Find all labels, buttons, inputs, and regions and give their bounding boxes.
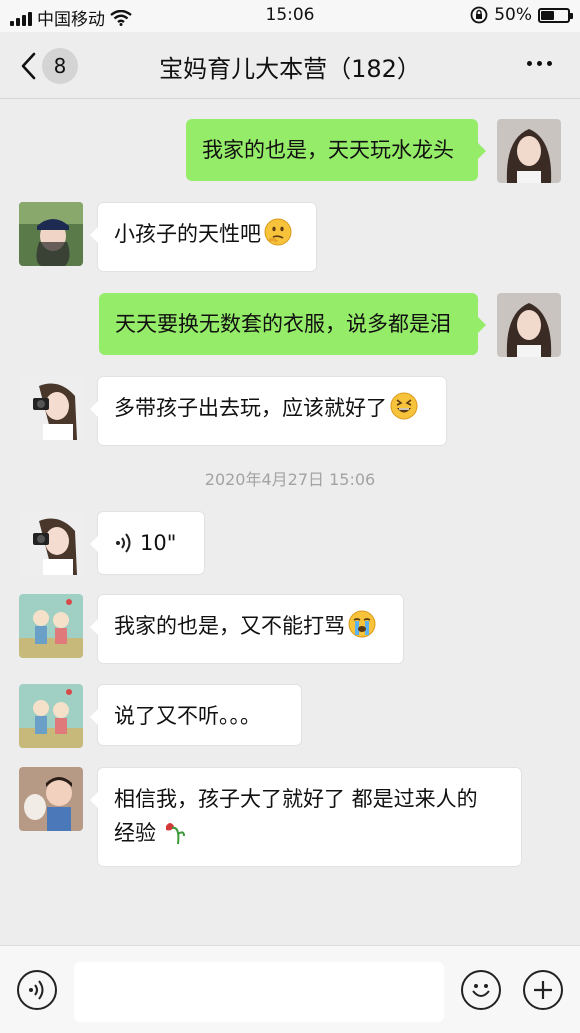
grinning-squint-emoji: [390, 392, 418, 420]
avatar-girl-camera[interactable]: [19, 511, 83, 575]
battery-percent: 50%: [494, 5, 532, 25]
voice-message-bubble[interactable]: 10": [90, 511, 205, 575]
message-text-line-1: 相信我，孩子大了就好了 都是过来人的: [114, 787, 478, 811]
crying-face-emoji: [348, 610, 376, 638]
avatar-girl-camera[interactable]: [19, 376, 83, 440]
voice-icon[interactable]: [17, 970, 57, 1010]
avatar-cartoon-couple[interactable]: [19, 684, 83, 748]
more-options-icon[interactable]: [527, 61, 552, 66]
wilted-flower-emoji: [166, 823, 185, 845]
message-text: 多带孩子出去玩，应该就好了: [114, 396, 387, 420]
voice-wave-icon: [116, 533, 131, 553]
rotation-lock-icon: [470, 6, 488, 24]
message-text-line-2: 经验: [114, 821, 156, 845]
battery-icon: [538, 7, 573, 23]
thinking-face-emoji: [264, 218, 292, 246]
chat-title: 宝妈育儿大本营（182）: [159, 55, 421, 83]
message-bubble-other[interactable]: 多带孩子出去玩，应该就好了: [90, 376, 447, 446]
message-text: 小孩子的天性吧: [114, 222, 261, 246]
avatar-girl-long-hair[interactable]: [497, 293, 561, 357]
message-bubble-other[interactable]: 我家的也是，又不能打骂: [90, 594, 404, 664]
message-text: 天天要换无数套的衣服，说多都是泪: [115, 312, 451, 336]
input-bar: [0, 945, 580, 1033]
message-bubble-self[interactable]: 我家的也是，天天玩水龙头: [186, 119, 486, 181]
avatar-child-dog[interactable]: [19, 767, 83, 831]
message-text: 说了又不听。。。: [114, 704, 261, 728]
emoji-icon[interactable]: [461, 970, 501, 1010]
message-bubble-other[interactable]: 相信我，孩子大了就好了 都是过来人的 经验: [90, 767, 522, 867]
avatar-cartoon-couple[interactable]: [19, 594, 83, 658]
avatar-girl-cap[interactable]: [19, 202, 83, 266]
chat-header: 8 宝妈育儿大本营（182）: [0, 32, 580, 99]
status-right: 50%: [470, 5, 573, 25]
message-bubble-other[interactable]: 说了又不听。。。: [90, 684, 302, 746]
message-input[interactable]: [74, 962, 444, 1022]
plus-icon[interactable]: [523, 970, 563, 1010]
message-bubble-other[interactable]: 小孩子的天性吧: [90, 202, 317, 272]
message-text: 我家的也是，又不能打骂: [114, 614, 345, 638]
status-bar: 中国移动 15:06 50%: [0, 0, 580, 32]
avatar-girl-long-hair[interactable]: [497, 119, 561, 183]
chat-timestamp: 2020年4月27日 15:06: [204, 470, 376, 489]
message-text: 我家的也是，天天玩水龙头: [202, 138, 454, 162]
message-bubble-self[interactable]: 天天要换无数套的衣服，说多都是泪: [99, 293, 486, 355]
voice-duration: 10": [140, 531, 177, 555]
